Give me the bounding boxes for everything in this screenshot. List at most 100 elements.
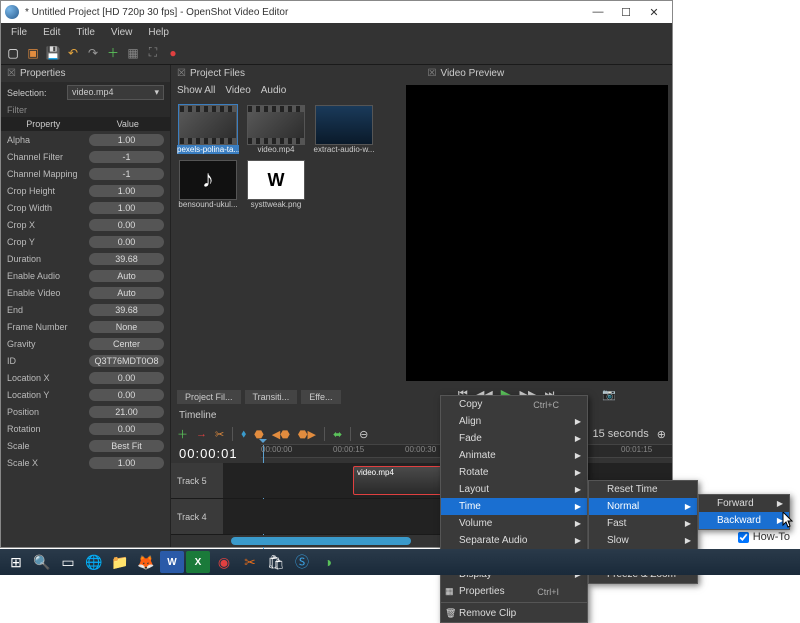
- menu-item[interactable]: 🗑Remove Clip: [441, 605, 587, 622]
- panel-close-icon[interactable]: ☒: [7, 68, 16, 79]
- remove-track-icon[interactable]: →: [196, 428, 207, 440]
- taskview-icon[interactable]: ▭: [56, 551, 80, 573]
- center-playhead-icon[interactable]: ⬌: [333, 428, 342, 441]
- razor-icon[interactable]: ✂: [215, 428, 224, 441]
- property-row[interactable]: Alpha1.00: [1, 131, 170, 148]
- minimize-button[interactable]: —: [584, 3, 612, 21]
- menu-file[interactable]: File: [3, 25, 35, 40]
- menu-item[interactable]: Time▶: [441, 498, 587, 515]
- project-file[interactable]: extract-audio-w...: [313, 105, 375, 154]
- add-icon[interactable]: ＋: [105, 45, 121, 61]
- menu-title[interactable]: Title: [68, 25, 103, 40]
- project-file[interactable]: pexels-polina-ta...: [177, 105, 239, 154]
- project-file[interactable]: ♪bensound-ukul...: [177, 160, 239, 209]
- redo-icon[interactable]: ↷: [85, 45, 101, 61]
- app-icon[interactable]: ◉: [212, 551, 236, 573]
- menu-item[interactable]: CopyCtrl+C: [441, 396, 587, 413]
- snapshot-icon[interactable]: 📷: [602, 388, 616, 401]
- project-file[interactable]: video.mp4: [245, 105, 307, 154]
- property-row[interactable]: IDQ3T76MDT0O8: [1, 352, 170, 369]
- howto-checkbox[interactable]: How-To: [738, 531, 790, 543]
- export-icon[interactable]: ●: [165, 45, 181, 61]
- menu-item[interactable]: Forward▶: [699, 495, 789, 512]
- menu-item[interactable]: Rotate▶: [441, 464, 587, 481]
- property-row[interactable]: Scale X1.00: [1, 454, 170, 471]
- audio-filter-tab[interactable]: Audio: [261, 85, 287, 96]
- property-row[interactable]: Duration39.68: [1, 250, 170, 267]
- menu-item[interactable]: Backward▶: [699, 512, 789, 529]
- menu-item[interactable]: Layout▶: [441, 481, 587, 498]
- normal-submenu: Forward▶Backward▶: [698, 494, 790, 530]
- show-all-tab[interactable]: Show All: [177, 85, 215, 96]
- menu-item[interactable]: Fade▶: [441, 430, 587, 447]
- menu-item[interactable]: Separate Audio▶: [441, 532, 587, 549]
- property-row[interactable]: Frame NumberNone: [1, 318, 170, 335]
- property-row[interactable]: Channel Mapping-1: [1, 165, 170, 182]
- menu-help[interactable]: Help: [140, 25, 177, 40]
- menu-view[interactable]: View: [103, 25, 141, 40]
- snip-icon[interactable]: ✂: [238, 551, 262, 573]
- zoom-in-icon[interactable]: ⊕: [657, 428, 666, 441]
- property-row[interactable]: ScaleBest Fit: [1, 437, 170, 454]
- store-icon[interactable]: 🛍: [264, 551, 288, 573]
- start-icon[interactable]: ⊞: [4, 551, 28, 573]
- project-files-grid: pexels-polina-ta...video.mp4extract-audi…: [171, 99, 402, 215]
- word-icon[interactable]: W: [160, 551, 184, 573]
- property-row[interactable]: Crop Height1.00: [1, 182, 170, 199]
- skype-icon[interactable]: Ⓢ: [290, 551, 314, 573]
- chrome-icon[interactable]: 🌐: [82, 551, 106, 573]
- profile-icon[interactable]: ▦: [125, 45, 141, 61]
- project-file[interactable]: Wsysttweak.png: [245, 160, 307, 209]
- effects-tab[interactable]: Effe...: [301, 390, 340, 404]
- prev-marker-icon[interactable]: ◀⬣: [272, 428, 290, 441]
- menu-item[interactable]: Slow▶: [589, 532, 697, 549]
- openshot-taskbar-icon[interactable]: ◑: [316, 551, 340, 573]
- property-row[interactable]: Enable VideoAuto: [1, 284, 170, 301]
- video-filter-tab[interactable]: Video: [225, 85, 250, 96]
- firefox-icon[interactable]: 🦊: [134, 551, 158, 573]
- maximize-button[interactable]: ☐: [612, 3, 640, 21]
- menu-item[interactable]: Volume▶: [441, 515, 587, 532]
- snap-icon[interactable]: ⬧: [241, 428, 246, 441]
- property-row[interactable]: Crop Y0.00: [1, 233, 170, 250]
- menu-edit[interactable]: Edit: [35, 25, 68, 40]
- search-icon[interactable]: 🔍: [30, 551, 54, 573]
- menu-item[interactable]: Reset Time: [589, 481, 697, 498]
- property-row[interactable]: Channel Filter-1: [1, 148, 170, 165]
- video-preview: ⏮ ◀◀ ▶ ▶▶ ⏭ 📷: [402, 81, 672, 407]
- menu-item[interactable]: ▦PropertiesCtrl+I: [441, 583, 587, 600]
- explorer-icon[interactable]: 📁: [108, 551, 132, 573]
- new-icon[interactable]: ▢: [5, 45, 21, 61]
- menu-item[interactable]: Normal▶: [589, 498, 697, 515]
- timecode: 00:00:01: [171, 444, 261, 463]
- filter-input[interactable]: Filter: [1, 103, 170, 117]
- project-files-lower-tab[interactable]: Project Fil...: [177, 390, 241, 404]
- project-files-tab: ☒Project Files: [171, 65, 422, 81]
- property-row[interactable]: GravityCenter: [1, 335, 170, 352]
- excel-icon[interactable]: X: [186, 551, 210, 573]
- next-marker-icon[interactable]: ⬣▶: [298, 428, 316, 441]
- property-row[interactable]: Enable AudioAuto: [1, 267, 170, 284]
- zoom-out-icon[interactable]: ⊖: [359, 428, 368, 441]
- menu-item[interactable]: Align▶: [441, 413, 587, 430]
- timeline-toolbar: ＋ → ✂ ⬧ ⬣ ◀⬣ ⬣▶ ⬌ ⊖ ☐ 15 seconds ⊕: [171, 424, 672, 444]
- add-track-icon[interactable]: ＋: [177, 426, 188, 442]
- property-row[interactable]: Crop X0.00: [1, 216, 170, 233]
- save-icon[interactable]: 💾: [45, 45, 61, 61]
- property-row[interactable]: Crop Width1.00: [1, 199, 170, 216]
- property-row[interactable]: Position21.00: [1, 403, 170, 420]
- menu-item[interactable]: Fast▶: [589, 515, 697, 532]
- panel-close-icon[interactable]: ☒: [428, 68, 437, 79]
- open-icon[interactable]: ▣: [25, 45, 41, 61]
- fullscreen-icon[interactable]: ⛶: [145, 45, 161, 61]
- property-row[interactable]: End39.68: [1, 301, 170, 318]
- property-row[interactable]: Rotation0.00: [1, 420, 170, 437]
- undo-icon[interactable]: ↶: [65, 45, 81, 61]
- property-row[interactable]: Location Y0.00: [1, 386, 170, 403]
- selection-dropdown[interactable]: video.mp4▾: [67, 85, 164, 100]
- menu-item[interactable]: Animate▶: [441, 447, 587, 464]
- close-button[interactable]: ✕: [640, 3, 668, 21]
- panel-close-icon[interactable]: ☒: [177, 68, 186, 79]
- property-row[interactable]: Location X0.00: [1, 369, 170, 386]
- transitions-tab[interactable]: Transiti...: [245, 390, 298, 404]
